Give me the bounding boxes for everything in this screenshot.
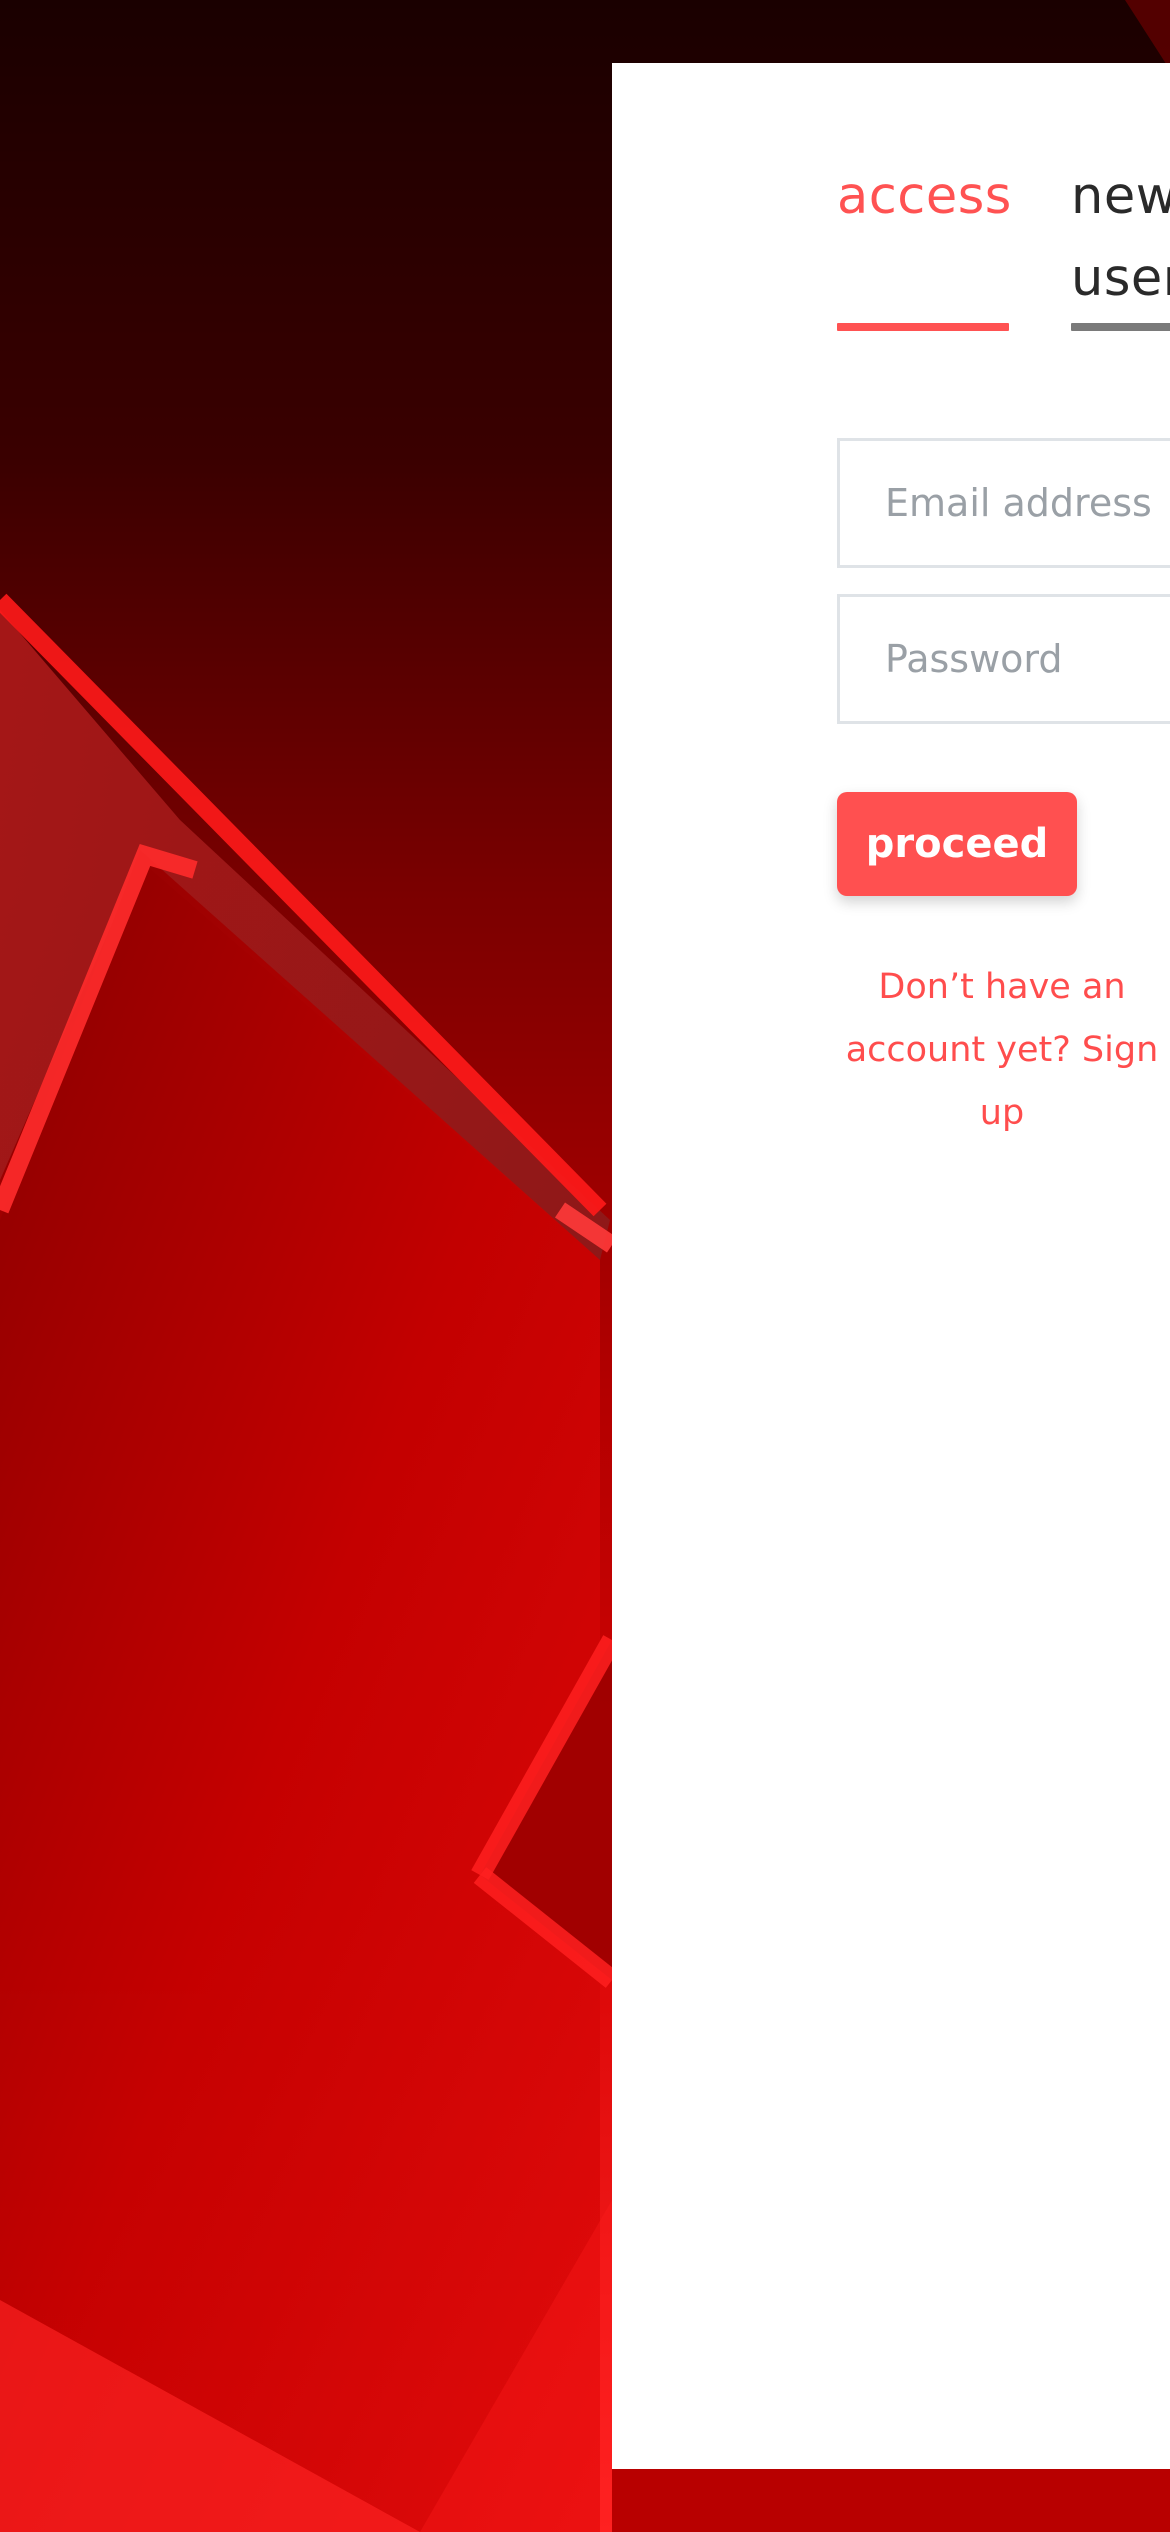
tab-access-underline	[837, 323, 1009, 331]
tab-new-user-underline	[1071, 323, 1170, 331]
tab-new-user-label: new user	[1071, 167, 1170, 308]
auth-tabs: access new user	[837, 156, 1170, 396]
email-field[interactable]	[837, 438, 1170, 568]
tab-new-user[interactable]: new user	[1071, 156, 1170, 320]
login-panel: access new user proceed Don’t have an ac…	[612, 63, 1170, 2469]
proceed-button[interactable]: proceed	[837, 792, 1077, 896]
tab-access-label: access	[837, 167, 1012, 226]
signup-link[interactable]: Don’t have an account yet? Sign up	[837, 956, 1167, 1145]
tab-access[interactable]: access	[837, 156, 1012, 238]
password-field[interactable]	[837, 594, 1170, 724]
